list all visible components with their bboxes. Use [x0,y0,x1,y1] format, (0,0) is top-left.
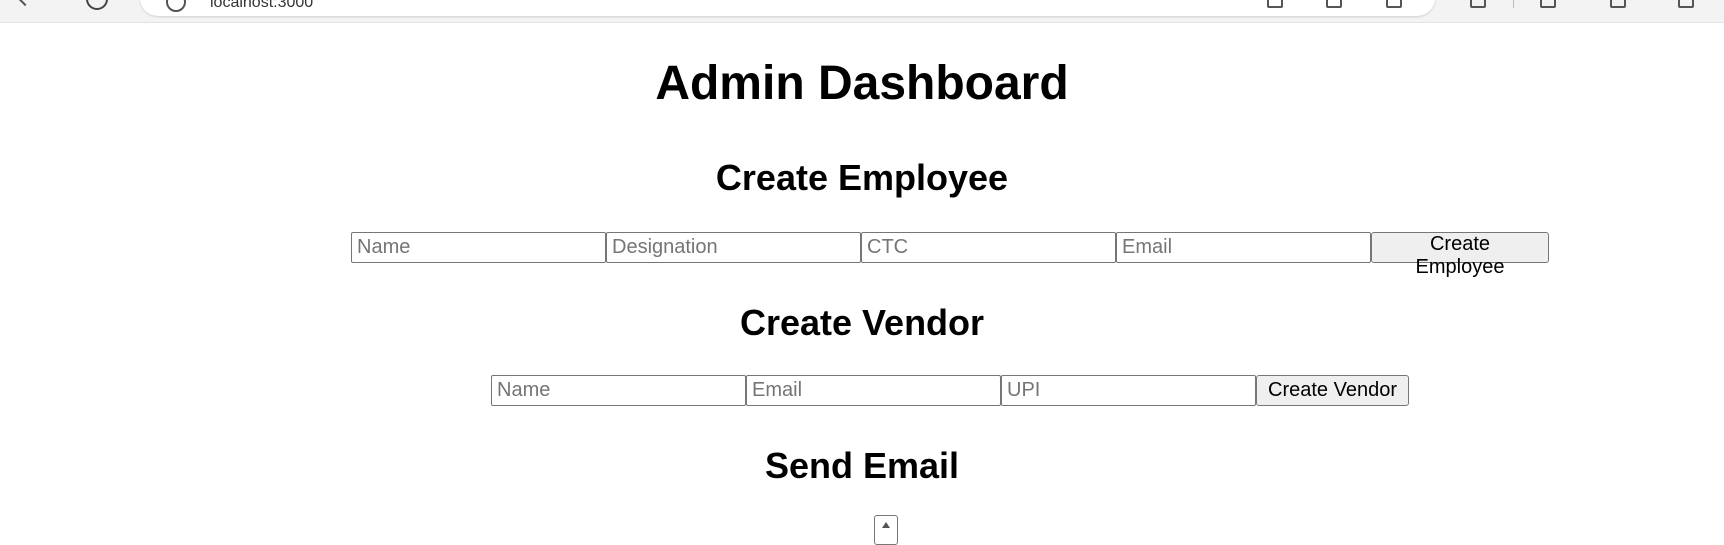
scroll-up-arrow-icon[interactable] [882,522,890,528]
send-email-select[interactable] [874,515,898,545]
create-vendor-heading: Create Vendor [739,302,985,343]
url-text[interactable]: localhost:3000 [210,0,313,12]
send-email-heading: Send Email [764,445,960,486]
create-employee-button[interactable]: Create Employee [1371,232,1549,278]
create-employee-heading: Create Employee [715,157,1009,198]
reload-icon[interactable] [86,0,108,10]
collections-icon[interactable] [1540,0,1556,8]
employee-designation-input[interactable] [606,232,861,263]
read-aloud-icon[interactable] [1326,0,1342,8]
page-content: Admin Dashboard Create Employee Create E… [0,22,1724,545]
create-employee-form: Create Employee [351,232,1549,278]
vendor-name-input[interactable] [491,375,746,406]
split-screen-icon[interactable] [1267,0,1283,8]
create-vendor-button[interactable]: Create Vendor [1256,375,1409,406]
employee-email-input[interactable] [1116,232,1371,263]
profile-icon[interactable] [1678,0,1694,8]
address-bar[interactable]: localhost:3000 [140,0,1435,16]
employee-ctc-input[interactable] [861,232,1116,263]
back-icon[interactable] [12,0,34,10]
toolbar-divider [1513,0,1514,8]
page-title: Admin Dashboard [655,57,1069,110]
vendor-upi-input[interactable] [1001,375,1256,406]
favorite-star-icon[interactable] [1386,0,1402,8]
copilot-icon[interactable] [1610,0,1626,8]
site-info-icon[interactable] [166,0,186,12]
create-vendor-form: Create Vendor [491,375,1409,406]
employee-name-input[interactable] [351,232,606,263]
browser-toolbar: localhost:3000 [0,0,1724,23]
extensions-icon[interactable] [1470,0,1486,8]
vendor-email-input[interactable] [746,375,1001,406]
